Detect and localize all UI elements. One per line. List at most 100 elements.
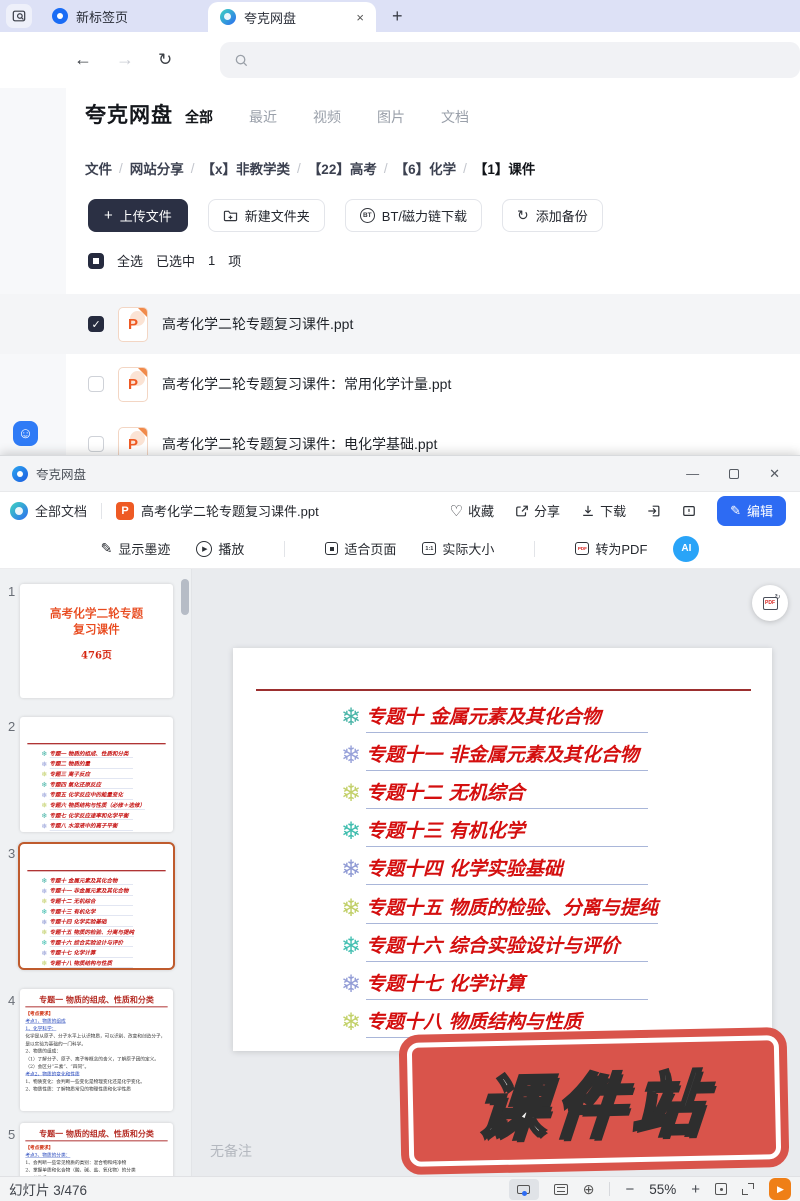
slide-thumbnail-5[interactable]: 专题一 物质的组成、性质和分类 【考点要求】 考点3、物质的分类： 1、会判断一… <box>20 1123 173 1176</box>
document-name: 高考化学二轮专题复习课件.ppt <box>141 504 319 519</box>
file-row[interactable]: P 高考化学二轮专题复习课件：电化学基础.ppt <box>0 414 800 455</box>
view-tools-bar: ✎ 显示墨迹 ▶ 播放 适合页面 1:1 实际大小 PDF 转为PDF AI <box>0 529 800 569</box>
tab-label: 夸克网盘 <box>244 10 297 26</box>
feedback-icon[interactable] <box>682 504 696 518</box>
page-indicator: 幻灯片 3/476 <box>9 1183 88 1198</box>
ai-assistant-button[interactable]: AI <box>673 535 700 562</box>
thumbnail-panel: 1 2 3 4 5 高考化学二轮专题 复习课件 476页 ❄ 专题一 物质的组成、性… <box>0 569 192 1176</box>
save-to-drive-icon[interactable] <box>647 504 661 518</box>
refresh-icon[interactable]: ↻ <box>158 50 172 70</box>
snowflake-icon: ❄ <box>41 749 48 758</box>
favorite-button[interactable]: ♡ 收藏 <box>450 501 494 520</box>
slide-topic-item: ❄ 专题十二 无机综合 <box>341 774 772 812</box>
play-icon: ▶ <box>196 540 213 557</box>
play-button[interactable]: ▶ 播放 <box>196 539 244 558</box>
back-icon[interactable]: ← <box>74 49 92 70</box>
tab-recent[interactable]: 最近 <box>249 107 277 127</box>
window-title: 夸克网盘 <box>36 468 87 482</box>
notes-panel-icon[interactable] <box>553 1183 568 1195</box>
actual-size-button[interactable]: 1:1 实际大小 <box>422 539 494 558</box>
browser-tab-newtab[interactable]: 新标签页 <box>40 0 208 32</box>
breadcrumb-item[interactable]: 网站分享 <box>130 158 184 178</box>
zoom-in-button[interactable]: + <box>691 1181 700 1198</box>
maximize-button[interactable] <box>729 468 740 479</box>
share-button[interactable]: 分享 <box>515 501 560 520</box>
thumbnail-scrollbar[interactable] <box>181 579 189 615</box>
edit-button[interactable]: ✎ 编辑 <box>717 495 786 526</box>
presenter-view-toggle[interactable] <box>508 1178 539 1200</box>
watermark-stamp: 课件站 <box>398 1026 790 1176</box>
snowflake-icon: ❄ <box>341 741 362 769</box>
snowflake-icon: ❄ <box>41 907 48 916</box>
fullscreen-icon[interactable] <box>742 1183 754 1195</box>
thumb-number: 5 <box>8 1127 16 1142</box>
slide-thumbnail-1[interactable]: 高考化学二轮专题 复习课件 476页 <box>20 584 173 698</box>
pdf-convert-float-button[interactable]: PDF ↻ <box>752 585 788 621</box>
bt-magnet-download-button[interactable]: BT BT/磁力链下载 <box>344 199 483 232</box>
slide-thumbnail-3-selected[interactable]: ❄ 专题十 金属元素及其化合物 ❄ 专题十一 非金属元素及其化合物 ❄ 专题十二 无机… <box>18 842 175 970</box>
close-button[interactable]: ✕ <box>769 466 780 482</box>
download-button[interactable]: 下载 <box>581 501 626 520</box>
file-name[interactable]: 高考化学二轮专题复习课件.ppt <box>162 314 353 334</box>
select-bar: 全选 已选中 1 项 <box>88 251 241 270</box>
globe-icon[interactable]: ⊕ <box>583 1181 595 1198</box>
browser-tab-quark[interactable]: 夸克网盘 × <box>208 2 376 32</box>
selected-unit: 项 <box>228 254 242 269</box>
add-backup-button[interactable]: ↻ 添加备份 <box>502 199 603 232</box>
fit-view-icon[interactable] <box>715 1183 727 1195</box>
snowflake-icon: ❄ <box>41 886 48 895</box>
plus-icon: + <box>104 207 113 224</box>
select-all-label[interactable]: 全选 <box>117 251 143 270</box>
zoom-out-button[interactable]: − <box>625 1181 634 1198</box>
convert-to-pdf-button[interactable]: PDF 转为PDF <box>575 539 647 558</box>
file-name[interactable]: 高考化学二轮专题复习课件：电化学基础.ppt <box>162 434 437 454</box>
page-title: 夸克网盘 <box>85 104 173 127</box>
cloud-drive-icon <box>10 501 28 520</box>
file-row[interactable]: P 高考化学二轮专题复习课件：常用化学计量.ppt <box>0 354 800 414</box>
browser-sidebar-search-icon[interactable] <box>6 4 32 28</box>
slideshow-play-button[interactable]: ▶ <box>769 1178 791 1200</box>
tab-image[interactable]: 图片 <box>377 107 405 127</box>
zoom-level[interactable]: 55% <box>649 1182 676 1197</box>
minimize-button[interactable]: — <box>686 466 699 481</box>
window-title-bar[interactable]: 夸克网盘 — ✕ <box>0 456 800 492</box>
breadcrumb-item[interactable]: 【22】高考 <box>308 158 377 178</box>
ppt-badge-icon: P <box>116 501 135 520</box>
thumb-number: 4 <box>8 993 16 1008</box>
file-checkbox[interactable] <box>88 436 104 452</box>
tab-close-icon[interactable]: × <box>356 10 364 25</box>
file-checkbox[interactable] <box>88 316 104 332</box>
new-folder-button[interactable]: 新建文件夹 <box>207 199 325 232</box>
all-docs-link[interactable]: 全部文档 <box>35 501 87 520</box>
tab-doc[interactable]: 文档 <box>441 107 469 127</box>
slide-thumbnail-4[interactable]: 专题一 物质的组成、性质和分类 【考点要求】 考点1、物质的组成 1、化学科学：… <box>20 989 173 1111</box>
selected-text: 已选中 <box>156 254 196 269</box>
select-all-checkbox[interactable] <box>88 252 104 269</box>
tab-label: 新标签页 <box>76 9 129 25</box>
snowflake-icon: ❄ <box>341 932 362 960</box>
show-ink-button[interactable]: ✎ 显示墨迹 <box>101 539 171 558</box>
file-checkbox[interactable] <box>88 376 104 392</box>
selected-count: 1 <box>208 253 216 268</box>
breadcrumb-item[interactable]: 文件 <box>85 158 112 178</box>
tab-video[interactable]: 视频 <box>313 107 341 127</box>
file-row[interactable]: P 高考化学二轮专题复习课件.ppt <box>0 294 800 354</box>
fit-page-button[interactable]: 适合页面 <box>325 539 396 558</box>
file-name[interactable]: 高考化学二轮专题复习课件：常用化学计量.ppt <box>162 374 451 394</box>
slide-thumbnail-2[interactable]: ❄ 专题一 物质的组成、性质和分类 ❄ 专题二 物质的量 ❄ 专题三 离子反应 ❄ 专题… <box>20 717 173 832</box>
new-tab-button[interactable]: + <box>392 6 403 27</box>
snowflake-icon: ❄ <box>41 897 48 906</box>
upload-button[interactable]: + 上传文件 <box>88 199 188 232</box>
slide-topic-item: ❄ 专题十 金属元素及其化合物 <box>341 698 772 736</box>
notes-placeholder[interactable]: 无备注 <box>210 1141 252 1161</box>
breadcrumb-item[interactable]: 【6】化学 <box>395 158 457 178</box>
snowflake-icon: ❄ <box>41 770 48 779</box>
breadcrumb-item[interactable]: 【x】非教学类 <box>202 158 291 178</box>
actual-size-icon: 1:1 <box>422 542 437 555</box>
share-icon <box>516 505 528 516</box>
address-search-input[interactable] <box>220 42 800 78</box>
snowflake-icon: ❄ <box>341 818 362 846</box>
document-toolbar: 全部文档 P 高考化学二轮专题复习课件.ppt ♡ 收藏 分享 下载 ✎ 编辑 <box>0 492 800 529</box>
slide-topic-item: ❄ 专题十三 有机化学 <box>341 813 772 851</box>
tab-all[interactable]: 全部 <box>185 107 213 127</box>
